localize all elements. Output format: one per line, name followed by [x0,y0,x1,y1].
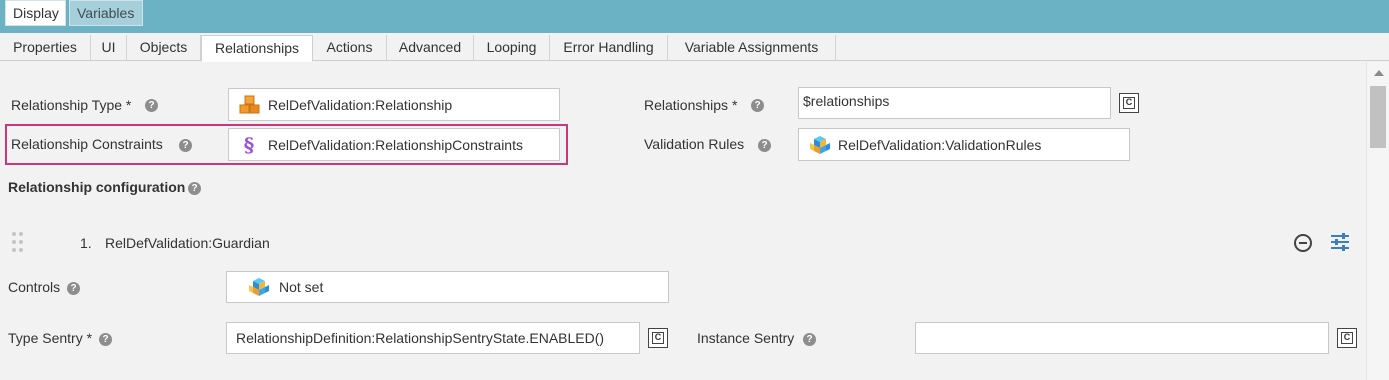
relationship-type-field[interactable]: RelDefValidation:Relationship [228,88,560,121]
type-sentry-input[interactable]: RelationshipDefinition:RelationshipSentr… [226,322,640,354]
help-icon[interactable]: ? [758,139,771,152]
cubes-icon [810,136,830,154]
expression-button[interactable]: C [1337,328,1357,348]
drag-handle-icon[interactable] [12,232,24,254]
relationships-input[interactable]: $relationships [798,87,1111,119]
section-sign-icon: § [244,134,254,156]
expression-icon: C [1123,97,1135,109]
top-bar: Display Variables [0,0,1389,33]
tab-objects[interactable]: Objects [127,35,201,61]
relationship-type-value: RelDefValidation:Relationship [268,97,453,113]
tab-display[interactable]: Display [5,0,66,26]
tab-properties[interactable]: Properties [0,35,91,61]
tab-variable-assignments[interactable]: Variable Assignments [668,35,836,61]
relationships-value: $relationships [803,93,890,109]
instance-sentry-input[interactable] [915,322,1329,354]
controls-label: Controls [8,279,61,295]
controls-field[interactable]: Not set [226,271,669,303]
boxes-icon [239,95,260,114]
remove-icon[interactable] [1294,234,1312,252]
relationships-label: Relationships * [644,97,738,113]
controls-value: Not set [279,279,324,295]
item-name: RelDefValidation:Guardian [105,235,270,251]
validation-rules-label: Validation Rules [644,136,745,152]
tab-strip: Properties UI Objects Relationships Acti… [0,33,1389,62]
tab-variables[interactable]: Variables [69,0,143,26]
expression-button[interactable]: C [648,328,668,348]
instance-sentry-label: Instance Sentry [697,330,795,346]
validation-rules-value: RelDefValidation:ValidationRules [838,137,1042,153]
help-icon[interactable]: ? [145,99,158,112]
help-icon[interactable]: ? [803,333,816,346]
cubes-icon [249,278,269,296]
relationship-type-label: Relationship Type * [11,97,132,113]
scroll-thumb[interactable] [1370,86,1386,148]
help-icon[interactable]: ? [751,99,764,112]
section-heading: Relationship configuration [8,179,186,195]
relationship-constraints-field[interactable]: § RelDefValidation:RelationshipConstrain… [228,128,560,161]
expression-icon: C [652,332,664,344]
tab-error-handling[interactable]: Error Handling [550,35,668,61]
help-icon[interactable]: ? [67,282,80,295]
item-index: 1. [80,235,92,251]
svg-text:§: § [244,134,254,156]
validation-rules-field[interactable]: RelDefValidation:ValidationRules [798,128,1130,161]
tab-actions[interactable]: Actions [313,35,387,61]
type-sentry-value: RelationshipDefinition:RelationshipSentr… [236,330,605,346]
relationship-constraints-value: RelDefValidation:RelationshipConstraints [268,137,523,153]
settings-sliders-icon[interactable] [1331,233,1349,251]
tab-relationships[interactable]: Relationships [201,35,313,62]
relationship-constraints-label: Relationship Constraints [11,136,163,152]
help-icon[interactable]: ? [188,182,201,195]
tab-ui[interactable]: UI [91,35,127,61]
tab-looping[interactable]: Looping [474,35,550,61]
help-icon[interactable]: ? [99,333,112,346]
expression-button[interactable]: C [1119,93,1139,113]
scroll-up-arrow-icon[interactable] [1374,70,1384,76]
tab-advanced[interactable]: Advanced [387,35,474,61]
vertical-scrollbar[interactable] [1366,62,1389,380]
type-sentry-label: Type Sentry * [8,330,93,346]
help-icon[interactable]: ? [179,139,192,152]
expression-icon: C [1341,332,1353,344]
